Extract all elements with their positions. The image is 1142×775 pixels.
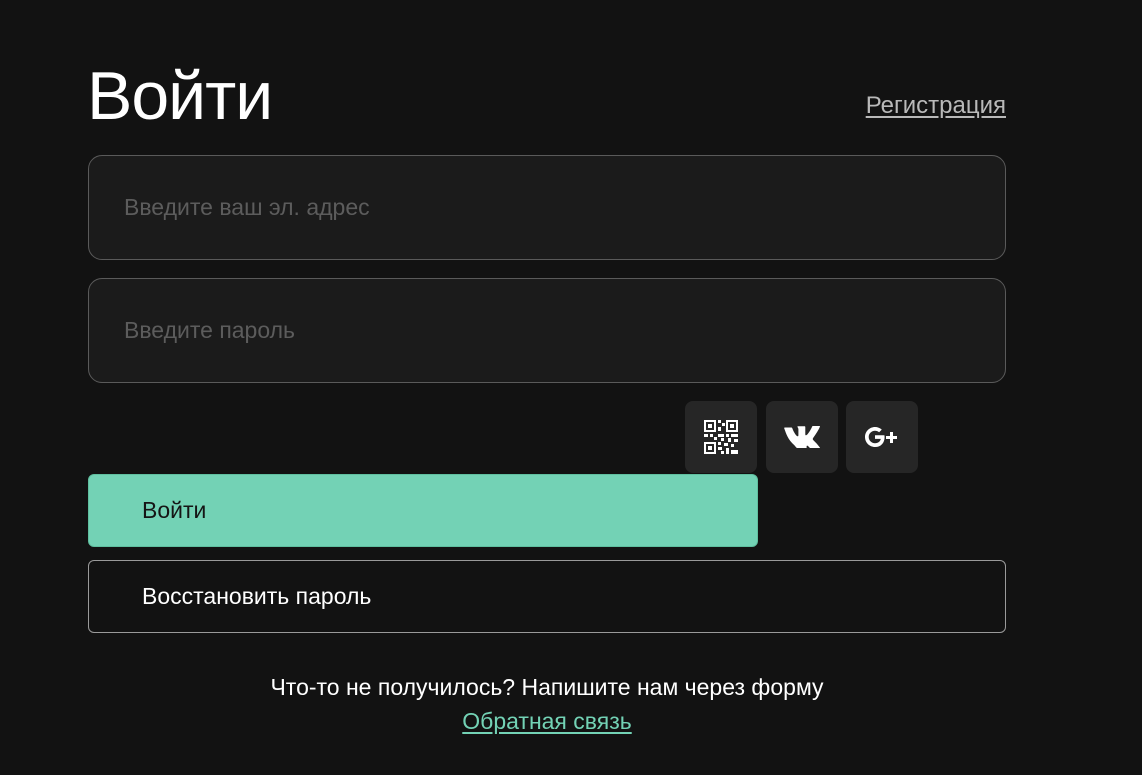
- qr-login-button[interactable]: [685, 401, 757, 473]
- restore-password-button[interactable]: Восстановить пароль: [88, 560, 1006, 633]
- register-link[interactable]: Регистрация: [855, 92, 1006, 120]
- help-text: Что-то не получилось? Напишите нам через…: [270, 674, 824, 700]
- vk-icon: [784, 426, 820, 448]
- login-button[interactable]: Войти: [88, 474, 758, 547]
- feedback-link[interactable]: Обратная связь: [462, 708, 631, 734]
- page-title: Войти: [87, 58, 273, 134]
- vk-login-button[interactable]: [766, 401, 838, 473]
- password-field[interactable]: [88, 278, 1006, 383]
- login-page: Войти Регистрация Введите ваш эл. адрес …: [0, 0, 1142, 775]
- feedback-link-wrapper: Обратная связь: [0, 708, 1094, 735]
- google-login-button[interactable]: [846, 401, 918, 473]
- email-field[interactable]: [88, 155, 1006, 260]
- google-plus-icon: [865, 427, 897, 447]
- qr-code-icon: [704, 420, 738, 454]
